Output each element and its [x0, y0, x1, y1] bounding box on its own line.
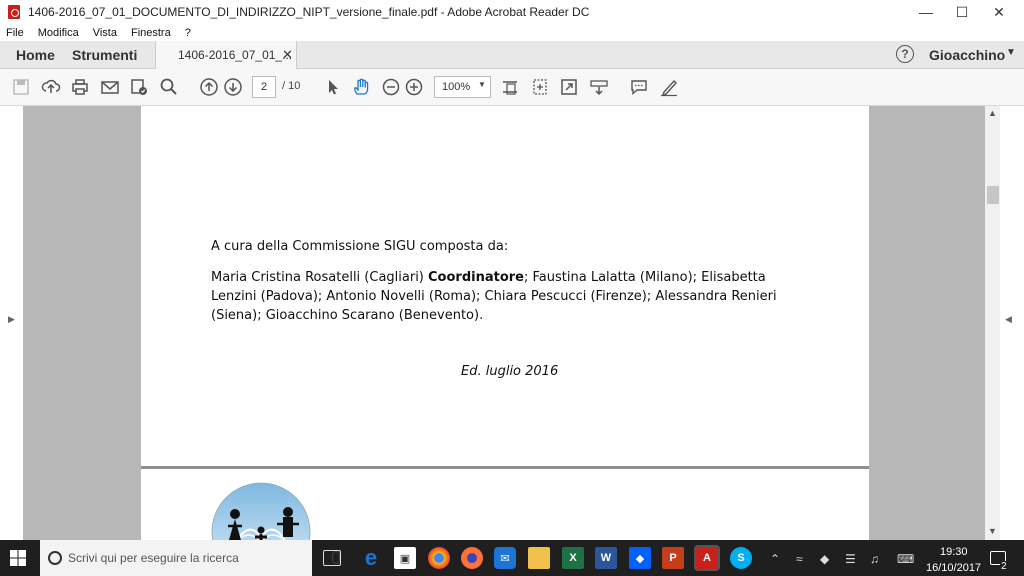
acrobat-app-icon — [8, 5, 20, 19]
firefox-icon[interactable] — [461, 547, 483, 569]
tab-document-label: 1406-2016_07_01_... — [178, 48, 293, 62]
scroll-up-icon[interactable]: ▲ — [988, 108, 997, 118]
wifi-icon[interactable]: ≈ — [796, 552, 803, 566]
keyboard-icon[interactable]: ⌨ — [897, 552, 914, 566]
comment-icon[interactable] — [628, 77, 650, 97]
vertical-scrollbar[interactable] — [985, 106, 1000, 540]
edge-icon[interactable]: e — [360, 545, 382, 570]
search-icon[interactable] — [158, 77, 180, 97]
tab-document[interactable]: 1406-2016_07_01_... — [155, 41, 297, 69]
email-icon[interactable] — [99, 77, 121, 97]
page-number-input[interactable]: 2 — [252, 76, 276, 98]
menu-view[interactable]: Vista — [93, 27, 117, 39]
scroll-mode-icon[interactable] — [588, 77, 610, 97]
file-explorer-icon[interactable] — [528, 547, 550, 569]
cortana-icon — [48, 551, 62, 565]
skype-icon[interactable]: S — [730, 547, 752, 569]
notification-count-badge: 2 — [1000, 561, 1008, 572]
pdf-page: A cura della Commissione SIGU composta d… — [141, 106, 869, 466]
document-intro-text: A cura della Commissione SIGU composta d… — [211, 239, 509, 254]
clock-time[interactable]: 19:30 — [940, 546, 968, 558]
taskbar-search-box[interactable]: Scrivi qui per eseguire la ricerca — [40, 540, 340, 576]
document-edition-text: Ed. luglio 2016 — [461, 364, 559, 379]
left-panel-expand-icon[interactable]: ▶ — [8, 314, 15, 325]
powerpoint-icon[interactable]: P — [662, 547, 684, 569]
page-total: / 10 — [282, 80, 301, 92]
store-icon[interactable]: ▣ — [394, 547, 416, 569]
zoom-in-icon[interactable] — [403, 77, 425, 97]
tab-tools[interactable]: Strumenti — [72, 41, 137, 69]
select-cursor-icon[interactable] — [322, 77, 344, 97]
close-window-button[interactable]: ✕ — [980, 0, 1018, 24]
dropbox-tray-icon[interactable]: ◆ — [820, 552, 829, 566]
maximize-button[interactable]: ☐ — [943, 0, 981, 24]
user-account-name[interactable]: Gioacchino — [929, 47, 1005, 63]
chevron-down-icon[interactable]: ▼ — [1006, 47, 1016, 58]
author-first: Maria Cristina Rosatelli (Cagliari) — [211, 270, 429, 285]
clock-date[interactable]: 16/10/2017 — [926, 562, 981, 574]
document-viewer: ▶ A cura della Commissione SIGU composta… — [0, 106, 1024, 540]
task-view-icon[interactable] — [323, 550, 341, 566]
full-screen-icon[interactable] — [558, 77, 580, 97]
certify-icon[interactable] — [128, 77, 150, 97]
outlook-icon[interactable]: ✉ — [494, 547, 516, 569]
title-bar: 1406-2016_07_01_DOCUMENTO_DI_INDIRIZZO_N… — [0, 0, 1024, 24]
minimize-button[interactable]: — — [907, 0, 945, 24]
windows-start-icon[interactable] — [10, 550, 26, 566]
coordinator-label: Coordinatore — [428, 270, 524, 285]
taskbar-search-placeholder: Scrivi qui per eseguire la ricerca — [68, 551, 239, 565]
window-title: 1406-2016_07_01_DOCUMENTO_DI_INDIRIZZO_N… — [28, 5, 590, 19]
close-tab-icon[interactable]: ✕ — [282, 47, 293, 63]
excel-icon[interactable]: X — [562, 547, 584, 569]
menu-file[interactable]: File — [6, 27, 24, 39]
dropbox-icon[interactable]: ◆ — [629, 547, 651, 569]
highlight-pen-icon[interactable] — [658, 77, 680, 97]
fit-page-icon[interactable] — [499, 77, 521, 97]
cloud-upload-icon[interactable] — [40, 77, 62, 97]
menu-help[interactable]: ? — [185, 27, 191, 39]
acrobat-taskbar-icon[interactable]: A — [696, 547, 718, 569]
document-authors-text: Maria Cristina Rosatelli (Cagliari) Coor… — [211, 268, 791, 325]
zoom-out-icon[interactable] — [380, 77, 402, 97]
scroll-down-icon[interactable]: ▼ — [988, 526, 997, 536]
tray-chevron-up-icon[interactable]: ⌃ — [770, 552, 780, 566]
zoom-chevron-down-icon[interactable]: ▼ — [478, 80, 486, 89]
toolbar — [0, 69, 1024, 106]
menu-window[interactable]: Finestra — [131, 27, 171, 39]
tab-home[interactable]: Home — [16, 41, 55, 69]
volume-icon[interactable]: ♫ — [870, 552, 879, 566]
family-logo-image — [211, 482, 311, 540]
scrollbar-thumb[interactable] — [987, 186, 999, 204]
print-icon[interactable] — [69, 77, 91, 97]
hand-tool-icon[interactable] — [350, 77, 372, 97]
right-panel-gutter — [1000, 106, 1024, 540]
save-icon[interactable] — [10, 77, 32, 97]
rotate-view-icon[interactable] — [529, 77, 551, 97]
pdf-page-next — [141, 469, 869, 540]
menu-edit[interactable]: Modifica — [38, 27, 79, 39]
chrome-icon[interactable] — [428, 547, 450, 569]
right-panel-expand-icon[interactable]: ◀ — [1005, 314, 1012, 325]
next-page-icon[interactable] — [222, 77, 244, 97]
tray-app-icon[interactable]: ☰ — [845, 552, 856, 566]
menu-bar: File Modifica Vista Finestra ? — [0, 24, 1024, 41]
help-icon[interactable]: ? — [896, 45, 914, 63]
previous-page-icon[interactable] — [198, 77, 220, 97]
word-icon[interactable]: W — [595, 547, 617, 569]
tab-bar: Home Strumenti 1406-2016_07_01_... ✕ — [0, 41, 1024, 69]
